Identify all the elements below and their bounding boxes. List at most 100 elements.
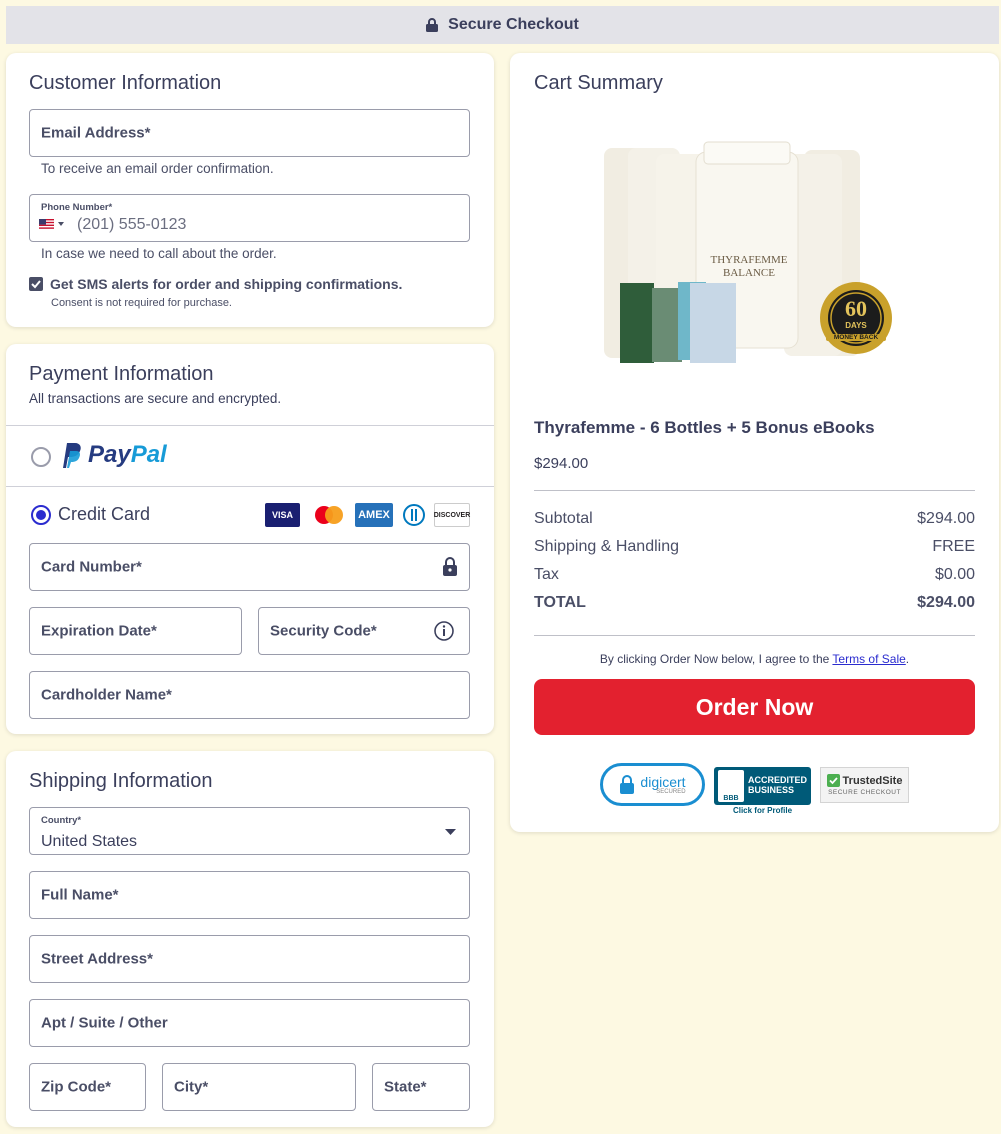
product-name: Thyrafemme - 6 Bottles + 5 Bonus eBooks <box>534 418 875 437</box>
security-code-field[interactable]: Security Code* <box>258 607 470 655</box>
email-field-label: Email Address* <box>41 124 151 142</box>
country-label: Country* <box>41 815 82 826</box>
payment-information-title: Payment Information <box>29 363 214 385</box>
mastercard-logo-icon <box>310 503 348 527</box>
visa-logo-icon: VISA <box>265 503 300 527</box>
money-back-seal-text: MONEY BACK <box>826 334 886 341</box>
divider <box>6 486 494 487</box>
paypal-radio[interactable] <box>31 447 51 467</box>
phone-placeholder: (201) 555-0123 <box>77 216 187 233</box>
apt-suite-label: Apt / Suite / Other <box>41 1014 168 1032</box>
digicert-badge[interactable]: digicert SECURED <box>600 763 705 806</box>
us-flag-icon <box>39 219 54 229</box>
paypal-p-icon <box>63 443 81 468</box>
expiration-date-field[interactable]: Expiration Date* <box>29 607 242 655</box>
lock-icon <box>443 557 457 576</box>
shipping-value: FREE <box>932 538 975 555</box>
street-address-field[interactable]: Street Address* <box>29 935 470 983</box>
email-field[interactable]: Email Address* <box>29 109 470 157</box>
bbb-accredited-badge[interactable]: BBB ACCREDITED BUSINESS <box>714 767 811 805</box>
padlock-icon <box>620 774 635 794</box>
money-back-seal-days: DAYS <box>845 321 867 330</box>
digicert-wordmark: digicert <box>640 773 686 790</box>
credit-card-radio[interactable] <box>31 505 51 525</box>
cart-summary-title: Cart Summary <box>534 72 663 94</box>
tax-label: Tax <box>534 566 559 583</box>
subtotal-label: Subtotal <box>534 510 593 527</box>
phone-field-label: Phone Number* <box>41 202 113 213</box>
bbb-torch-icon: BBB <box>717 770 744 802</box>
apt-suite-field[interactable]: Apt / Suite / Other <box>29 999 470 1047</box>
street-address-label: Street Address* <box>41 950 153 968</box>
bbb-business-text: BUSINESS <box>747 785 794 795</box>
bbb-mark: BBB <box>723 795 739 802</box>
state-select[interactable]: State* <box>372 1063 470 1111</box>
terms-of-sale-link[interactable]: Terms of Sale <box>832 652 905 666</box>
digicert-secured-text: SECURED <box>656 788 686 795</box>
terms-prefix: By clicking Order Now below, I agree to … <box>599 652 833 666</box>
total-row: TOTAL $294.00 <box>534 594 975 612</box>
zip-code-field[interactable]: Zip Code* <box>29 1063 146 1111</box>
order-now-button[interactable]: Order Now <box>534 679 975 735</box>
security-code-label: Security Code* <box>270 622 377 640</box>
total-label: TOTAL <box>534 594 586 611</box>
product-price: $294.00 <box>534 455 589 472</box>
info-icon[interactable] <box>434 621 454 641</box>
divider <box>534 635 975 636</box>
lock-icon <box>426 18 439 32</box>
amex-logo-icon: AMEX <box>355 503 393 527</box>
city-field[interactable]: City* <box>162 1063 356 1111</box>
credit-card-label[interactable]: Credit Card <box>58 504 150 525</box>
paypal-wordmark-pal: Pal <box>130 441 167 468</box>
phone-hint: In case we need to call about the order. <box>41 246 277 261</box>
zip-code-label: Zip Code* <box>41 1078 111 1096</box>
customer-information-title: Customer Information <box>29 72 222 94</box>
bbb-click-for-profile[interactable]: Click for Profile <box>714 806 811 815</box>
payment-subtitle: All transactions are secure and encrypte… <box>29 391 282 406</box>
checkmark-icon <box>31 280 41 289</box>
expiration-date-label: Expiration Date* <box>41 622 157 640</box>
money-back-seal-number: 60 <box>845 296 867 321</box>
shipping-label: Shipping & Handling <box>534 538 679 555</box>
divider <box>6 425 494 426</box>
subtotal-value: $294.00 <box>917 510 975 527</box>
sms-consent-note: Consent is not required for purchase. <box>51 297 232 309</box>
product-bottle-label: THYRAFEMME BALANCE <box>710 254 788 280</box>
discover-logo-icon: DISCOVER <box>434 503 470 527</box>
secure-checkout-title: Secure Checkout <box>448 16 579 33</box>
card-number-field[interactable]: Card Number* <box>29 543 470 591</box>
sms-checkbox[interactable] <box>29 277 43 291</box>
chevron-down-icon <box>445 829 456 835</box>
trustedsite-badge[interactable]: TrustedSite SECURE CHECKOUT <box>820 767 909 803</box>
secure-checkout-bar: Secure Checkout <box>6 6 999 44</box>
country-value: United States <box>41 833 138 850</box>
shipping-row: Shipping & Handling FREE <box>534 538 975 556</box>
paypal-logo[interactable]: PayPal <box>58 441 167 469</box>
trustedsite-secure-checkout: SECURE CHECKOUT <box>828 789 901 796</box>
diners-club-logo-icon <box>399 503 428 527</box>
country-select[interactable]: Country* United States <box>29 807 470 855</box>
city-label: City* <box>174 1078 209 1096</box>
terms-notice: By clicking Order Now below, I agree to … <box>534 652 975 666</box>
full-name-label: Full Name* <box>41 886 119 904</box>
trustedsite-wordmark: TrustedSite <box>842 774 903 787</box>
terms-suffix: . <box>905 652 910 666</box>
subtotal-row: Subtotal $294.00 <box>534 510 975 528</box>
chevron-down-icon <box>58 222 64 226</box>
phone-field[interactable]: Phone Number* (201) 555-0123 <box>29 194 470 242</box>
sms-label[interactable]: Get SMS alerts for order and shipping co… <box>50 276 402 292</box>
card-number-label: Card Number* <box>41 558 142 576</box>
tax-row: Tax $0.00 <box>534 566 975 584</box>
email-hint: To receive an email order confirmation. <box>41 161 274 176</box>
product-image: THYRAFEMME BALANCE 60 DAYS MONEY BACK <box>594 138 904 366</box>
cardholder-name-field[interactable]: Cardholder Name* <box>29 671 470 719</box>
divider <box>534 490 975 491</box>
shipping-information-title: Shipping Information <box>29 770 213 792</box>
full-name-field[interactable]: Full Name* <box>29 871 470 919</box>
cardholder-name-label: Cardholder Name* <box>41 686 172 704</box>
total-value: $294.00 <box>917 594 975 611</box>
country-flag-selector[interactable] <box>39 219 64 229</box>
check-icon <box>826 774 840 787</box>
state-label: State* <box>384 1078 427 1096</box>
paypal-wordmark-pay: Pay <box>88 441 131 468</box>
